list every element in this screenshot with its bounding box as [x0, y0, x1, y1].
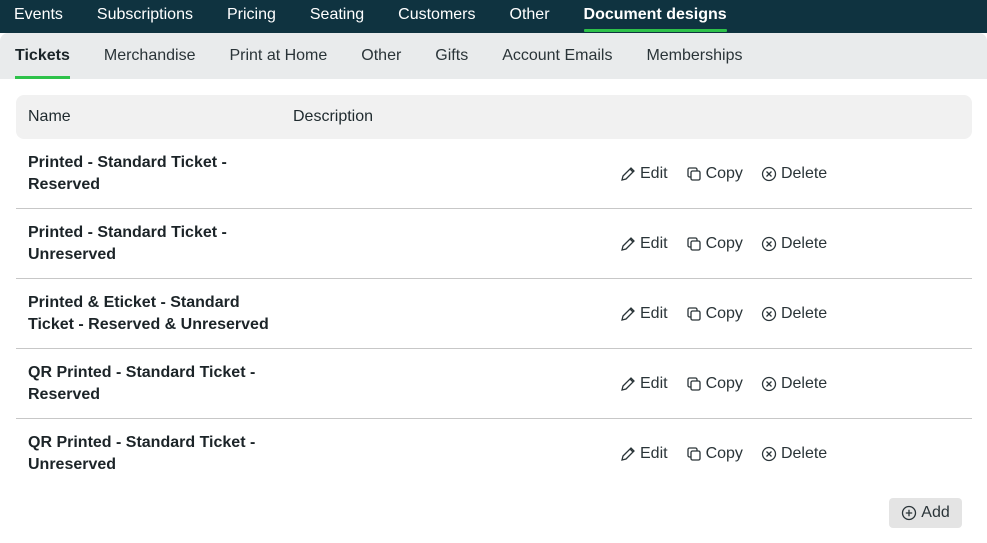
pencil-icon	[621, 167, 635, 181]
copy-icon	[686, 377, 701, 391]
copy-icon	[686, 167, 701, 181]
tab-memberships[interactable]: Memberships	[629, 33, 759, 79]
row-actions: Edit Copy Delete	[620, 139, 845, 209]
table-row: QR Printed - Standard Ticket - Reserved …	[16, 349, 972, 419]
top-nav-subscriptions[interactable]: Subscriptions	[80, 0, 210, 30]
delete-button[interactable]: Delete	[761, 235, 827, 253]
copy-button[interactable]: Copy	[686, 375, 743, 393]
top-nav-customers[interactable]: Customers	[381, 0, 492, 30]
column-header-name: Name	[28, 108, 71, 125]
delete-label: Delete	[780, 165, 828, 182]
copy-icon	[686, 447, 701, 461]
copy-button[interactable]: Copy	[686, 305, 743, 323]
top-nav-seating[interactable]: Seating	[293, 0, 381, 30]
delete-button[interactable]: Delete	[761, 165, 827, 183]
edit-label: Edit	[640, 375, 668, 392]
delete-label: Delete	[780, 445, 828, 462]
copy-icon	[686, 307, 701, 321]
pencil-icon	[621, 377, 635, 391]
top-nav: Events Subscriptions Pricing Seating Cus…	[0, 0, 987, 33]
circle-x-icon	[761, 166, 777, 182]
delete-label: Delete	[780, 235, 828, 252]
delete-button[interactable]: Delete	[761, 445, 827, 463]
table-row: Printed - Standard Ticket - Reserved Edi…	[16, 139, 972, 209]
tab-merchandise[interactable]: Merchandise	[87, 33, 213, 79]
add-button[interactable]: Add	[889, 498, 962, 528]
circle-x-icon	[761, 446, 777, 462]
table-row: Printed - Standard Ticket - Unreserved E…	[16, 209, 972, 279]
edit-label: Edit	[640, 445, 668, 462]
row-actions: Edit Copy Delete	[620, 349, 845, 419]
edit-button[interactable]: Edit	[620, 165, 668, 183]
tab-other[interactable]: Other	[344, 33, 418, 79]
design-name: QR Printed - Standard Ticket - Reserved	[28, 364, 256, 403]
table-row: QR Printed - Standard Ticket - Unreserve…	[16, 419, 972, 489]
copy-label: Copy	[705, 165, 743, 182]
copy-label: Copy	[705, 445, 743, 462]
tab-tickets[interactable]: Tickets	[0, 33, 87, 79]
edit-label: Edit	[640, 235, 668, 252]
column-header-description: Description	[293, 108, 374, 125]
pencil-icon	[621, 447, 635, 461]
pencil-icon	[621, 237, 635, 251]
top-nav-document-designs[interactable]: Document designs	[567, 0, 744, 32]
circle-x-icon	[761, 376, 777, 392]
row-actions: Edit Copy Delete	[620, 209, 845, 279]
edit-button[interactable]: Edit	[620, 235, 668, 253]
top-nav-events[interactable]: Events	[0, 0, 80, 30]
tab-print-at-home[interactable]: Print at Home	[212, 33, 344, 79]
top-nav-other[interactable]: Other	[493, 0, 567, 30]
copy-label: Copy	[705, 305, 743, 322]
row-actions: Edit Copy Delete	[620, 279, 845, 349]
add-label: Add	[921, 504, 950, 521]
copy-button[interactable]: Copy	[686, 235, 743, 253]
copy-button[interactable]: Copy	[686, 165, 743, 183]
design-name: Printed - Standard Ticket - Unreserved	[28, 224, 227, 263]
tab-account-emails[interactable]: Account Emails	[485, 33, 629, 79]
circle-x-icon	[761, 236, 777, 252]
circle-x-icon	[761, 306, 777, 322]
delete-button[interactable]: Delete	[761, 375, 827, 393]
edit-button[interactable]: Edit	[620, 445, 668, 463]
row-actions: Edit Copy Delete	[620, 419, 845, 489]
edit-button[interactable]: Edit	[620, 305, 668, 323]
edit-button[interactable]: Edit	[620, 375, 668, 393]
delete-label: Delete	[780, 375, 828, 392]
copy-label: Copy	[705, 375, 743, 392]
delete-label: Delete	[780, 305, 828, 322]
top-nav-pricing[interactable]: Pricing	[210, 0, 293, 30]
delete-button[interactable]: Delete	[761, 305, 827, 323]
plus-circle-icon	[902, 505, 917, 521]
edit-label: Edit	[640, 305, 668, 322]
copy-button[interactable]: Copy	[686, 445, 743, 463]
tab-gifts[interactable]: Gifts	[418, 33, 485, 79]
design-name: Printed & Eticket - Standard Ticket - Re…	[28, 294, 269, 333]
pencil-icon	[621, 307, 635, 321]
design-name: QR Printed - Standard Ticket - Unreserve…	[28, 434, 256, 473]
sub-nav: Tickets Merchandise Print at Home Other …	[0, 33, 987, 79]
copy-label: Copy	[705, 235, 743, 252]
design-name: Printed - Standard Ticket - Reserved	[28, 154, 227, 193]
table-header: Name Description	[16, 95, 972, 139]
table-row: Printed & Eticket - Standard Ticket - Re…	[16, 279, 972, 349]
copy-icon	[686, 237, 701, 251]
edit-label: Edit	[640, 165, 668, 182]
